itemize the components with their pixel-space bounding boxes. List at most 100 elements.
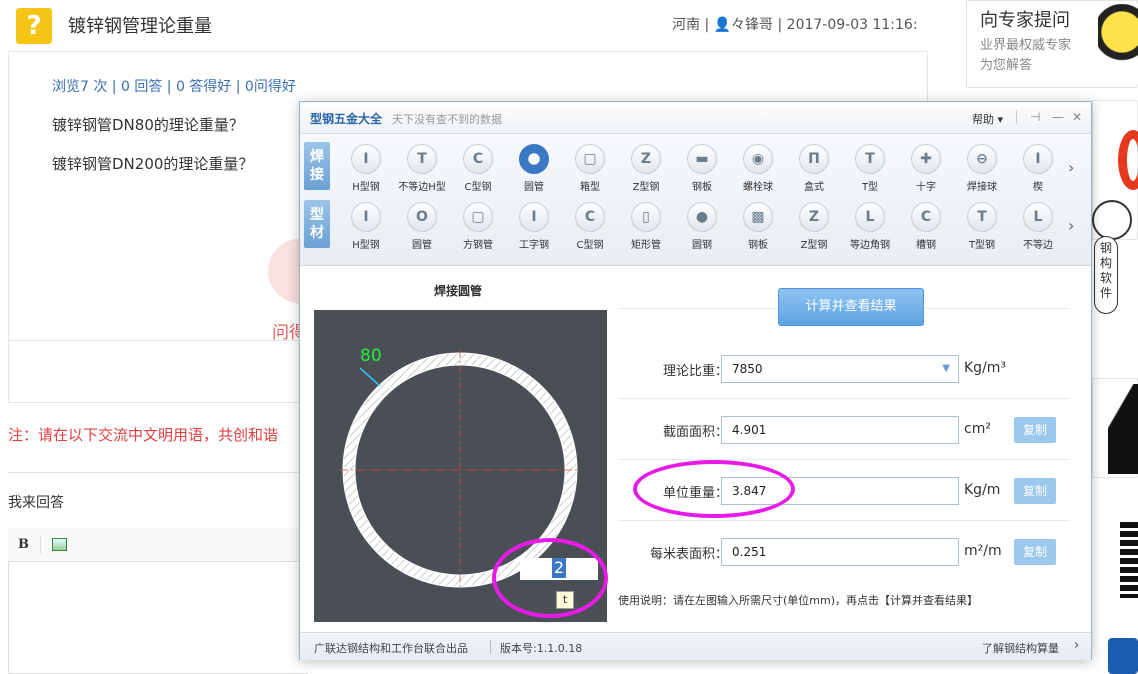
image-icon[interactable] (52, 538, 67, 551)
result-label: 理论比重： (662, 364, 728, 379)
shape-label: Z型钢 (800, 240, 828, 251)
row2-6[interactable]: ● 圆钢 (674, 202, 730, 254)
result-value: 4.901 (732, 423, 767, 437)
shape-label: 圆管 (524, 182, 544, 193)
close-icon[interactable]: ✕ (1072, 110, 1082, 124)
footer-credits: 广联达钢结构和工作台联合出品 (314, 642, 468, 655)
shape-icon: ▯ (631, 202, 661, 232)
usage-hint: 使用说明：请在左图输入所需尺寸(单位mm)，再点击【计算并查看结果】 (618, 594, 979, 607)
row1-0[interactable]: I H型钢 (338, 144, 394, 196)
row2-5[interactable]: ▯ 矩形管 (618, 202, 674, 254)
category-profile[interactable]: 型材 (304, 200, 330, 248)
title-separator (1016, 110, 1017, 124)
row2-10[interactable]: C 槽钢 (898, 202, 954, 254)
row2-1[interactable]: O 圆管 (394, 202, 450, 254)
row1-2[interactable]: C C型钢 (450, 144, 506, 196)
result-value: 7850 (732, 362, 763, 376)
row2-11[interactable]: T T型钢 (954, 202, 1010, 254)
row1-1[interactable]: T 不等边H型 (394, 144, 450, 196)
shape-icon: I (519, 202, 549, 232)
shape-label: T型钢 (968, 240, 996, 251)
question-stats[interactable]: 浏览7 次 | 0 回答 | 0 答得好 | 0问得好 (52, 76, 296, 96)
next-arrow-icon[interactable]: › (1068, 216, 1074, 235)
footer-arrow-icon[interactable]: › (1074, 638, 1079, 653)
shape-icon: I (351, 202, 381, 232)
shape-label: 圆钢 (692, 240, 712, 251)
shape-icon: I (351, 144, 381, 174)
shape-label: 钢板 (692, 182, 712, 193)
row1-5[interactable]: Z Z型钢 (618, 144, 674, 196)
mascot-image (1098, 4, 1138, 84)
category-welded[interactable]: 焊接 (304, 142, 330, 190)
shape-label: 箱型 (580, 182, 600, 193)
reply-label: 我来回答 (8, 495, 64, 511)
row2-2[interactable]: ▢ 方钢管 (450, 202, 506, 254)
row2-7[interactable]: ▩ 钢板 (730, 202, 786, 254)
footer-learn-link[interactable]: 了解钢结构算量 (982, 640, 1059, 656)
software-badge[interactable]: 钢构软件 (1094, 236, 1118, 314)
minimize-icon[interactable]: — (1052, 110, 1064, 124)
row1-3[interactable]: O 圆管 (506, 144, 562, 196)
bold-button[interactable]: B (18, 537, 29, 552)
shape-icon: T (967, 202, 997, 232)
row1-11[interactable]: ⊖ 焊接球 (954, 144, 1010, 196)
expert-sub-2: 为您解答 (980, 58, 1033, 73)
row2-8[interactable]: Z Z型钢 (786, 202, 842, 254)
shape-icon: ▢ (463, 202, 493, 232)
footer-version: 版本号:1.1.0.18 (500, 642, 583, 655)
row1-6[interactable]: ▬ 钢板 (674, 144, 730, 196)
diameter-label[interactable]: 80 (360, 346, 382, 366)
row2-4[interactable]: C C型钢 (562, 202, 618, 254)
copy-button[interactable]: 复制 (1014, 417, 1056, 443)
shape-label: 不等边 (1023, 240, 1053, 251)
row2-12[interactable]: L 不等边 (1010, 202, 1066, 254)
help-menu[interactable]: 帮助 ▾ (972, 111, 1003, 127)
copy-button[interactable]: 复制 (1014, 478, 1056, 504)
density-select[interactable]: 7850 ▼ (721, 355, 959, 383)
result-unit: Kg/m (964, 482, 1001, 498)
question-meta: 河南 | 👤々锋哥 | 2017-09-03 11:16:0 (672, 17, 916, 33)
question-line-2: 镀锌钢管DN200的理论重量？ (52, 155, 254, 173)
pin-icon[interactable]: ⊣ (1030, 110, 1040, 124)
expert-card-sub: 业界最权威专家 为您解答 (980, 36, 1071, 76)
shape-icon: ▩ (743, 202, 773, 232)
shape-label: C型钢 (464, 182, 492, 193)
shape-label: 螺栓球 (743, 182, 773, 193)
calculate-button[interactable]: 计算并查看结果 (778, 288, 924, 326)
result-row: 每米表面积： 0.251 m²/m 复制 (618, 521, 1070, 582)
expert-sub-1: 业界最权威专家 (980, 38, 1072, 53)
qr-code-image (1120, 522, 1138, 598)
app-slogan: 天下没有查不到的数据 (392, 113, 502, 126)
row2-3[interactable]: I 工字钢 (506, 202, 562, 254)
results-panel: 理论比重： 7850 ▼ Kg/m³ 截面面积： 4.901 cm² 复制 单位重量： 3.847… (618, 338, 1088, 582)
shape-icon: O (407, 202, 437, 232)
brand-logo-2 (1108, 638, 1138, 674)
row2-9[interactable]: L 等边角钢 (842, 202, 898, 254)
row1-10[interactable]: ✚ 十字 (898, 144, 954, 196)
question-line-1: 镀锌钢管DN80的理论重量？ (52, 116, 244, 134)
result-field[interactable]: 0.251 (721, 538, 959, 566)
shape-icon: ▬ (687, 144, 717, 174)
result-unit: cm² (964, 421, 991, 437)
shape-icon: L (1023, 202, 1053, 232)
row1-12[interactable]: I楔 (1010, 144, 1066, 196)
result-unit: m²/m (964, 543, 1002, 559)
welded-shape-row: I H型钢 T 不等边H型 C C型钢 O 圆管 ▢ 箱型 Z Z型钢 ▬ 钢板 ◉ 螺栓球 Π 盒式 T T型 ✚ 十字… (338, 144, 1066, 196)
question-icon: ? (16, 8, 52, 44)
shape-label: 楔 (1033, 182, 1043, 193)
shape-icon: ▢ (575, 144, 605, 174)
shape-label: H型钢 (352, 240, 380, 251)
copy-button[interactable]: 复制 (1014, 539, 1056, 565)
row1-7[interactable]: ◉ 螺栓球 (730, 144, 786, 196)
row1-4[interactable]: ▢ 箱型 (562, 144, 618, 196)
shape-icon: ✚ (911, 144, 941, 174)
next-arrow-icon[interactable]: › (1068, 158, 1074, 177)
cat-profile-char-1: 型 (310, 207, 324, 223)
dropdown-arrow-icon[interactable]: ▼ (942, 356, 950, 382)
row1-8[interactable]: Π 盒式 (786, 144, 842, 196)
shape-icon: Π (799, 144, 829, 174)
row2-0[interactable]: I H型钢 (338, 202, 394, 254)
row1-9[interactable]: T T型 (842, 144, 898, 196)
expert-card-title[interactable]: 向专家提问 (980, 6, 1070, 32)
result-field[interactable]: 4.901 (721, 416, 959, 444)
